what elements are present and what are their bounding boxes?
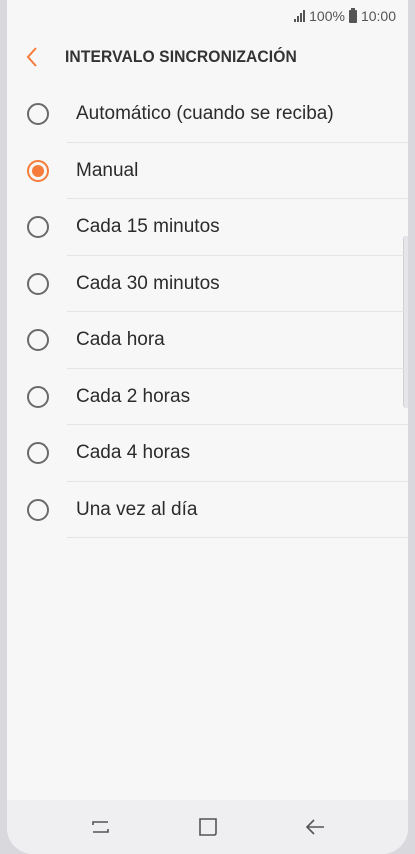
option-4-hours[interactable]: Cada 4 horas	[7, 425, 408, 482]
clock: 10:00	[360, 8, 396, 24]
chevron-left-icon	[26, 47, 37, 67]
header: INTERVALO SINCRONIZACIÓN	[7, 32, 408, 82]
battery-icon	[348, 7, 357, 23]
recents-icon	[91, 821, 109, 833]
option-label: Cada 2 horas	[76, 385, 191, 407]
option-once-a-day[interactable]: Una vez al día	[7, 482, 408, 539]
option-label: Una vez al día	[76, 498, 198, 520]
option-label: Cada 15 minutos	[76, 216, 220, 238]
option-label: Manual	[76, 159, 139, 181]
signal-icon	[294, 10, 306, 22]
back-nav-button[interactable]	[295, 812, 335, 842]
radio-button[interactable]	[27, 216, 49, 239]
navigation-bar	[7, 800, 408, 854]
option-15-minutes[interactable]: Cada 15 minutos	[7, 199, 408, 256]
option-label: Automático (cuando se reciba)	[76, 103, 334, 125]
page-title: INTERVALO SINCRONIZACIÓN	[65, 47, 297, 66]
option-30-minutes[interactable]: Cada 30 minutos	[7, 256, 408, 313]
option-hourly[interactable]: Cada hora	[7, 312, 408, 369]
status-bar: 100% 10:00	[7, 0, 408, 32]
radio-button[interactable]	[27, 498, 49, 521]
option-label: Cada 4 horas	[76, 442, 191, 464]
option-automatic[interactable]: Automático (cuando se reciba)	[7, 86, 408, 143]
home-button[interactable]	[188, 812, 228, 842]
back-arrow-icon	[305, 819, 324, 835]
radio-button[interactable]	[27, 272, 49, 295]
battery-percent: 100%	[309, 8, 345, 24]
option-label: Cada hora	[76, 329, 165, 351]
option-label: Cada 30 minutos	[76, 272, 220, 294]
radio-button[interactable]	[27, 103, 49, 126]
radio-button[interactable]	[27, 442, 49, 465]
sync-interval-options: Automático (cuando se reciba) Manual Cad…	[7, 86, 408, 538]
radio-button[interactable]	[27, 385, 49, 408]
option-manual[interactable]: Manual	[7, 143, 408, 200]
option-2-hours[interactable]: Cada 2 horas	[7, 369, 408, 426]
radio-button-selected[interactable]	[27, 159, 49, 182]
recents-button[interactable]	[81, 812, 121, 842]
radio-button[interactable]	[27, 329, 49, 352]
screen: 100% 10:00 INTERVALO SINCRONIZACIÓN Auto…	[7, 0, 408, 854]
back-button[interactable]	[25, 44, 47, 70]
home-icon	[198, 818, 217, 836]
